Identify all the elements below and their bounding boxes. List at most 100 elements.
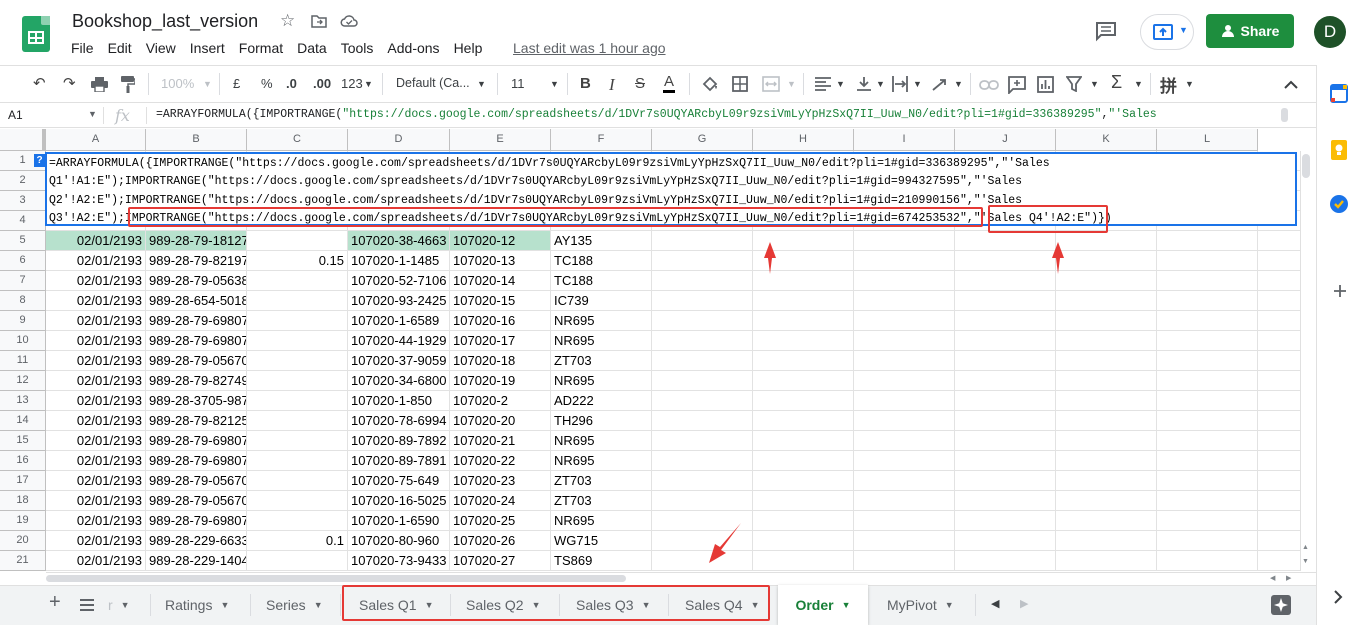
calendar-icon[interactable] [1330, 83, 1348, 108]
present-button[interactable]: ▼ [1140, 14, 1194, 50]
valign-dropdown-icon[interactable]: ▼ [876, 79, 885, 89]
cell-f-row[interactable]: NR695 [551, 331, 651, 350]
scroll-tabs-right-icon[interactable]: ▶ [1020, 597, 1028, 610]
text-wrapping-icon[interactable] [891, 76, 909, 97]
cell-d-row[interactable]: 107020-52-7106 [348, 271, 449, 290]
column-header-l[interactable]: L [1157, 129, 1258, 151]
cell-a-row[interactable]: 02/01/2193 [46, 311, 145, 330]
cell-d-row[interactable]: 107020-1-6590 [348, 511, 449, 530]
cell-b-row[interactable]: 989-28-654-5018-9 [146, 291, 246, 310]
cell-d-row[interactable]: 107020-78-6994 [348, 411, 449, 430]
tab-dropdown-icon[interactable]: ▼ [842, 600, 851, 610]
increase-decimal-button[interactable]: .00 [313, 76, 331, 91]
vertical-align-icon[interactable] [856, 76, 872, 97]
cell-a-row[interactable]: 02/01/2193 [46, 271, 145, 290]
merge-dropdown-icon[interactable]: ▼ [787, 79, 796, 89]
cell-d-row[interactable]: 107020-44-1929 [348, 331, 449, 350]
column-header-f[interactable]: F [551, 129, 652, 151]
sheet-tab-partial[interactable]: r ▼ [108, 592, 130, 618]
insert-comment-icon[interactable] [1008, 76, 1026, 99]
cell-a-row[interactable]: 02/01/2193 [46, 411, 145, 430]
name-box[interactable]: A1 [8, 108, 23, 122]
cell-c-row[interactable] [247, 471, 347, 490]
cell-b-row[interactable]: 989-28-79-05670-4 [146, 351, 246, 370]
cell-c-row[interactable]: 0.15 [247, 251, 347, 270]
all-sheets-icon[interactable] [80, 598, 94, 616]
column-header-g[interactable]: G [652, 129, 753, 151]
currency-format-button[interactable]: £ [233, 76, 240, 91]
column-header-i[interactable]: I [854, 129, 955, 151]
add-sheet-icon[interactable]: + [49, 591, 61, 614]
column-header-b[interactable]: B [146, 129, 247, 151]
column-header-k[interactable]: K [1056, 129, 1157, 151]
menu-tools[interactable]: Tools [341, 40, 374, 58]
cell-e-row[interactable]: 107020-24 [450, 491, 550, 510]
cell-a-row[interactable]: 02/01/2193 [46, 431, 145, 450]
cell-c-row[interactable] [247, 271, 347, 290]
cell-b-row[interactable]: 989-28-3705-987-7 [146, 391, 246, 410]
scroll-down-icon[interactable]: ▼ [1302, 558, 1309, 565]
rotation-dropdown-icon[interactable]: ▼ [954, 79, 963, 89]
cell-d-row[interactable]: 107020-38-4663 [348, 231, 449, 250]
cell-b-row[interactable]: 989-28-79-69807-2 [146, 331, 246, 350]
cell-e-row[interactable]: 107020-16 [450, 311, 550, 330]
cell-f-row[interactable]: NR695 [551, 371, 651, 390]
row-header-18[interactable]: 18 [0, 491, 46, 511]
percent-format-button[interactable]: % [261, 76, 273, 91]
cell-b-row[interactable]: 989-28-229-1404-4 [146, 551, 246, 570]
cell-a-row[interactable]: 02/01/2193 [46, 231, 145, 250]
menu-help[interactable]: Help [454, 40, 483, 58]
move-folder-icon[interactable] [311, 14, 327, 33]
cell-b-row[interactable]: 989-28-79-18127-7 [146, 231, 246, 250]
cell-f-row[interactable]: TH296 [551, 411, 651, 430]
cell-a-row[interactable]: 02/01/2193 [46, 511, 145, 530]
text-color-button[interactable]: A [663, 73, 676, 93]
row-header-6[interactable]: 6 [0, 251, 46, 271]
column-header-h[interactable]: H [753, 129, 854, 151]
cell-a-row[interactable]: 02/01/2193 [46, 251, 145, 270]
zoom-dropdown-icon[interactable]: ▼ [203, 79, 212, 89]
scroll-right-icon[interactable]: ▶ [1286, 574, 1291, 582]
cell-d-row[interactable]: 107020-89-7892 [348, 431, 449, 450]
cell-a-row[interactable]: 02/01/2193 [46, 351, 145, 370]
cell-c-row[interactable] [247, 551, 347, 570]
formula-bar-scroll[interactable] [1281, 108, 1288, 122]
cell-d-row[interactable]: 107020-1-850 [348, 391, 449, 410]
cell-e-row[interactable]: 107020-18 [450, 351, 550, 370]
row-header-3[interactable]: 3 [0, 191, 46, 211]
column-header-j[interactable]: J [955, 129, 1056, 151]
redo-icon[interactable]: ↷ [63, 74, 76, 92]
sheet-tab-series[interactable]: Series ▼ [266, 592, 323, 618]
menu-data[interactable]: Data [297, 40, 327, 58]
insert-chart-icon[interactable] [1037, 76, 1054, 98]
font-size-select[interactable]: 11 [511, 76, 525, 91]
present-dropdown-icon[interactable]: ▼ [1179, 25, 1188, 35]
cell-a-row[interactable]: 02/01/2193 [46, 451, 145, 470]
cell-b-row[interactable]: 989-28-79-05638-4 [146, 271, 246, 290]
font-size-dropdown-icon[interactable]: ▼ [550, 79, 559, 89]
row-header-7[interactable]: 7 [0, 271, 46, 291]
cell-c-row[interactable] [247, 231, 347, 250]
cell-a-row[interactable]: 02/01/2193 [46, 331, 145, 350]
vertical-scrollbar[interactable] [1300, 151, 1316, 571]
document-title[interactable]: Bookshop_last_version [72, 11, 258, 32]
cell-e-row[interactable]: 107020-19 [450, 371, 550, 390]
row-header-14[interactable]: 14 [0, 411, 46, 431]
formula-input[interactable]: =ARRAYFORMULA({IMPORTRANGE("https://docs… [156, 108, 1276, 121]
cell-d-row[interactable]: 107020-73-9433 [348, 551, 449, 570]
scroll-up-icon[interactable]: ▲ [1302, 544, 1309, 551]
cell-c-row[interactable] [247, 291, 347, 310]
cell-c-row[interactable] [247, 431, 347, 450]
cell-a-row[interactable]: 02/01/2193 [46, 391, 145, 410]
cell-d-row[interactable]: 107020-80-960 [348, 531, 449, 550]
row-header-16[interactable]: 16 [0, 451, 46, 471]
cell-d-row[interactable]: 107020-37-9059 [348, 351, 449, 370]
cell-c-row[interactable] [247, 491, 347, 510]
more-formats-dropdown-icon[interactable]: ▼ [364, 79, 373, 89]
cell-f-row[interactable]: TC188 [551, 251, 651, 270]
tab-dropdown-icon[interactable]: ▼ [220, 600, 229, 610]
menu-format[interactable]: Format [239, 40, 283, 58]
account-avatar[interactable]: D [1314, 16, 1346, 48]
row-header-15[interactable]: 15 [0, 431, 46, 451]
cell-b-row[interactable]: 989-28-79-82125-8 [146, 411, 246, 430]
